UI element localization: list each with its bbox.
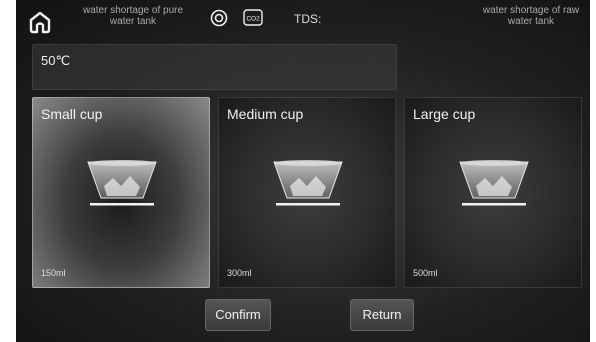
tds-label: TDS: bbox=[294, 12, 322, 26]
cup-label: Large cup bbox=[413, 106, 476, 122]
return-button[interactable]: Return bbox=[350, 299, 414, 331]
status-bar: water shortage of pure water tank CO2 TD… bbox=[16, 0, 590, 40]
cup-label: Medium cup bbox=[227, 106, 304, 122]
co2-label: CO2 bbox=[246, 16, 260, 23]
cup-option-small[interactable]: Small cup 150ml bbox=[32, 97, 210, 288]
cup-option-large[interactable]: Large cup 500ml bbox=[404, 97, 582, 288]
confirm-button[interactable]: Confirm bbox=[205, 299, 271, 331]
cup-option-medium[interactable]: Medium cup 300ml bbox=[218, 97, 396, 288]
cup-image bbox=[459, 160, 529, 206]
cup-image bbox=[273, 160, 343, 206]
co2-icon: CO2 bbox=[243, 9, 263, 26]
cup-volume: 150ml bbox=[41, 268, 66, 278]
pure-tank-warning: water shortage of pure water tank bbox=[82, 5, 184, 27]
temperature-value: 50℃ bbox=[41, 53, 71, 68]
cup-image bbox=[87, 160, 157, 206]
cup-volume: 500ml bbox=[413, 268, 438, 278]
uv-sterilize-icon bbox=[210, 9, 228, 27]
cup-label: Small cup bbox=[41, 106, 103, 122]
cup-volume: 300ml bbox=[227, 268, 252, 278]
home-icon[interactable] bbox=[26, 8, 54, 36]
dispenser-screen: water shortage of pure water tank CO2 TD… bbox=[16, 0, 590, 342]
temperature-display[interactable]: 50℃ bbox=[32, 44, 397, 90]
raw-tank-warning: water shortage of raw water tank bbox=[482, 5, 580, 27]
